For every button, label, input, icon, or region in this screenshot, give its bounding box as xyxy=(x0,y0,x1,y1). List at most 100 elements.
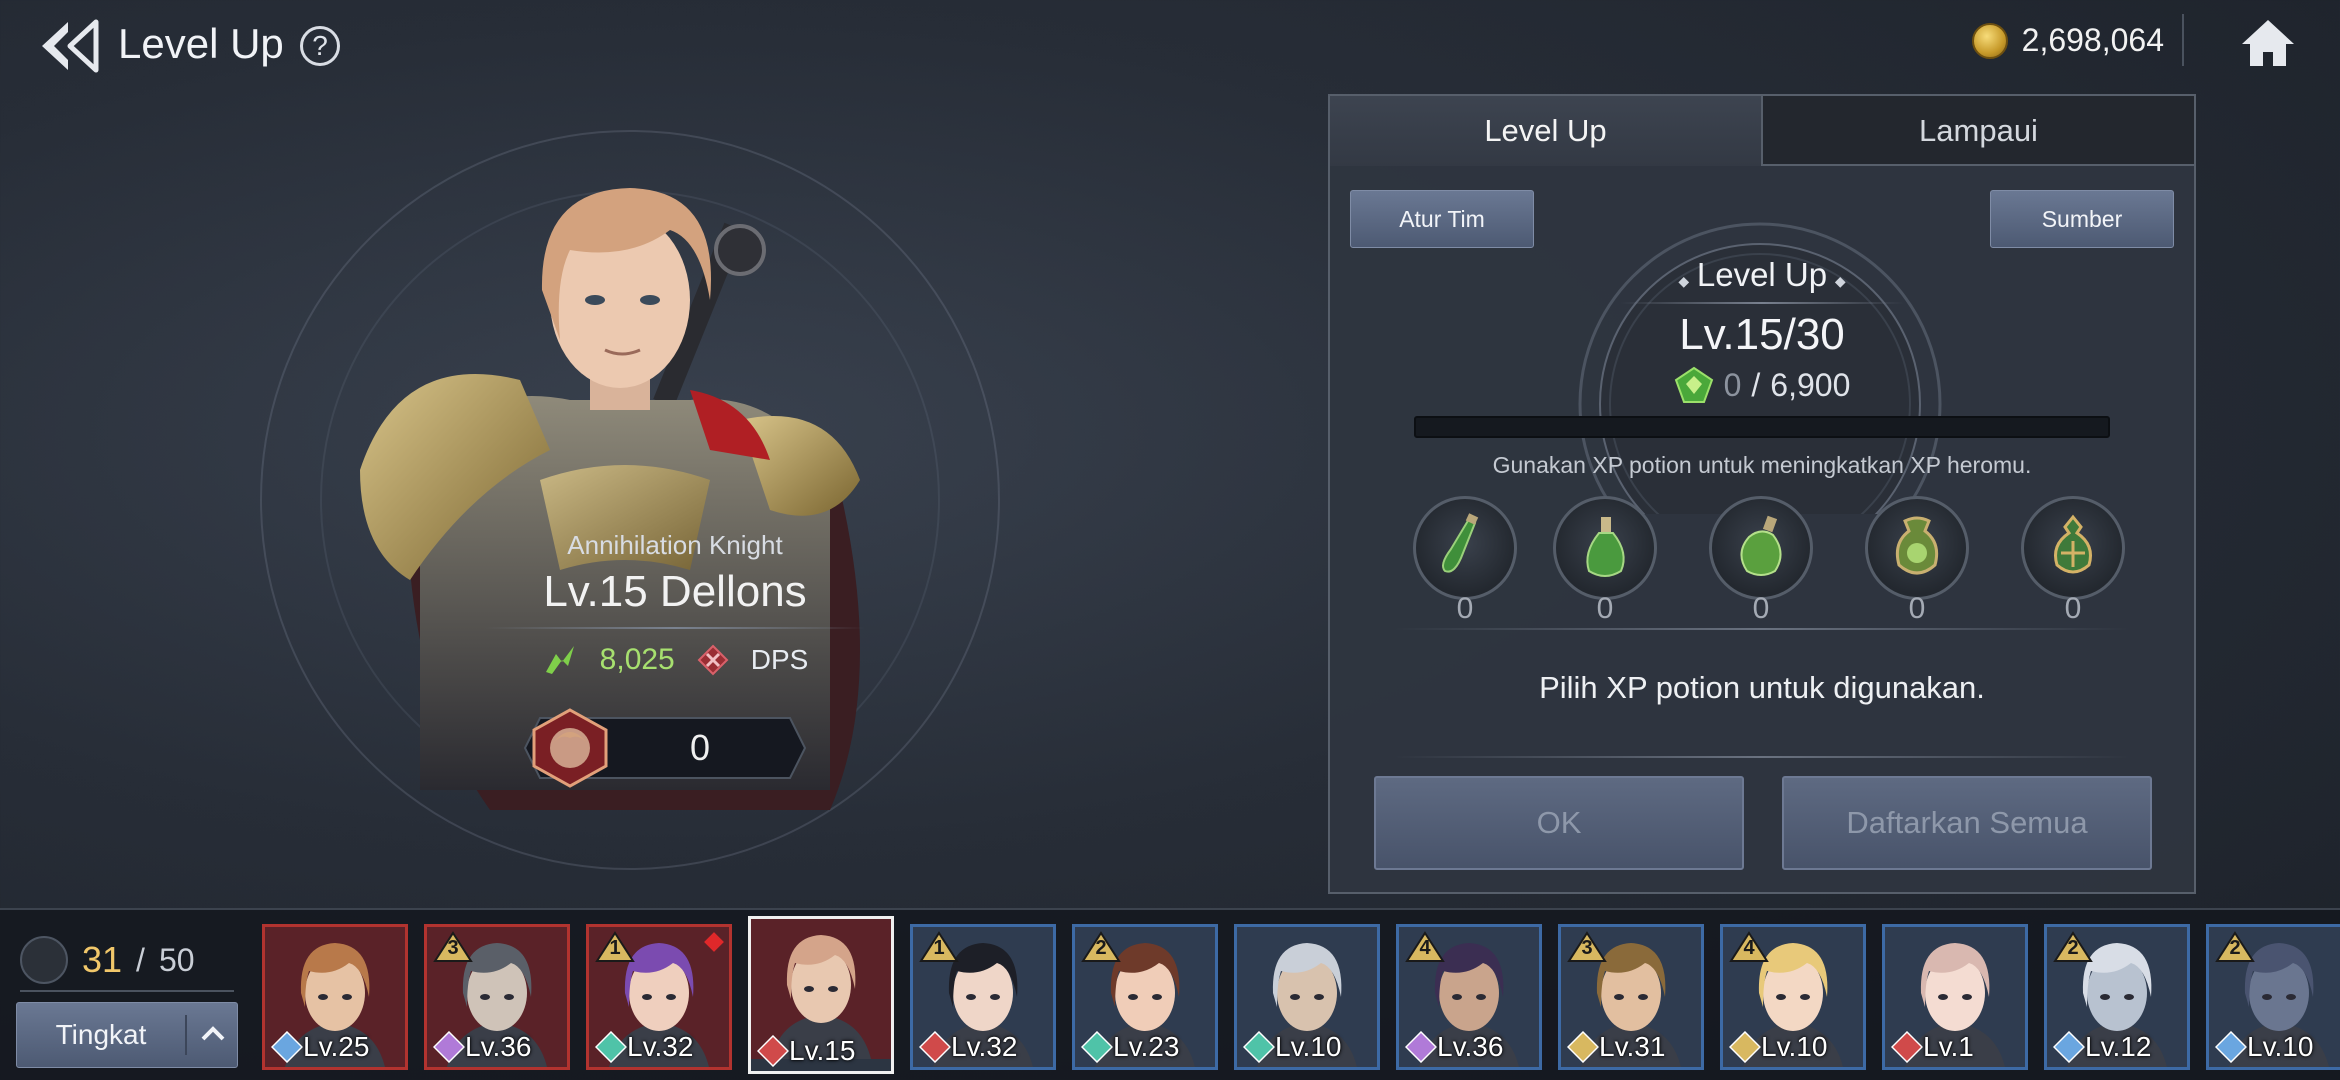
hero-card[interactable]: 4 Lv.10 xyxy=(1720,924,1866,1070)
hero-card-level: Lv.36 xyxy=(1437,1031,1504,1062)
tier-badge: 2 xyxy=(1081,931,1121,965)
support-class-icon xyxy=(1243,1031,1275,1063)
potion-small[interactable]: 0 xyxy=(1410,496,1520,626)
tier-number: 1 xyxy=(609,937,621,959)
tier-badge: 1 xyxy=(919,931,959,965)
small-xp-potion-icon xyxy=(1442,513,1479,573)
hero-card-level: Lv.15 xyxy=(789,1035,856,1066)
hero-name: Dellons xyxy=(659,567,807,616)
potion-count: 0 xyxy=(1752,592,1770,625)
mage-class-icon xyxy=(1405,1031,1437,1063)
back-button[interactable] xyxy=(34,16,104,76)
tier-number: 3 xyxy=(1581,937,1593,959)
potion-medium[interactable]: 0 xyxy=(1550,496,1660,626)
tier-badge: 3 xyxy=(1567,931,1607,965)
hero-stats: 8,025 DPS xyxy=(470,643,880,677)
potion-slot xyxy=(1413,496,1517,600)
register-all-button[interactable]: Daftarkan Semua xyxy=(1782,776,2152,870)
potion-supreme[interactable]: 0 xyxy=(2018,496,2128,626)
chevron-up-icon[interactable] xyxy=(197,1017,229,1051)
potion-list: 0 0 0 0 0 xyxy=(1410,496,2130,626)
dps-class-icon xyxy=(1891,1031,1923,1063)
hero-card[interactable]: Lv.1 xyxy=(1882,924,2028,1070)
tier-badge: 3 xyxy=(433,931,473,965)
potion-large[interactable]: 0 xyxy=(1706,496,1816,626)
tier-badge: 1 xyxy=(595,931,635,965)
tank-class-icon xyxy=(2215,1031,2247,1063)
potion-count: 0 xyxy=(1456,592,1474,625)
hero-card-level: Lv.10 xyxy=(1761,1031,1828,1062)
hero-card[interactable]: 2 Lv.10 xyxy=(2206,924,2340,1070)
xp-current: 0 xyxy=(1723,366,1742,403)
hero-card[interactable]: 2 Lv.12 xyxy=(2044,924,2190,1070)
double-chevron-left-icon xyxy=(42,19,99,73)
tier-number: 2 xyxy=(2229,937,2241,959)
hero-card-level: Lv.36 xyxy=(465,1031,532,1062)
sort-label: Tingkat xyxy=(55,1019,147,1050)
potion-count: 0 xyxy=(2064,592,2082,625)
hero-card-level: Lv.31 xyxy=(1599,1031,1666,1062)
page-title: Level Up xyxy=(118,20,284,67)
tier-number: 4 xyxy=(1419,937,1431,959)
limit-break-indicator[interactable]: 0 xyxy=(520,708,810,788)
button-divider xyxy=(1394,756,2130,758)
helmet-icon xyxy=(20,936,68,984)
hero-roster-bar: 31 / 50 Tingkat Lv.25 3 Lv.36 1 Lv.32 Lv.15 1 L… xyxy=(0,908,2340,1080)
xp-readout: 0 / 6,900 xyxy=(1330,366,2194,404)
hero-card[interactable]: 1 Lv.32 xyxy=(910,924,1056,1070)
level-label-underline xyxy=(1620,302,1904,304)
hero-card[interactable]: 1 Lv.32 xyxy=(586,924,732,1070)
hero-card[interactable]: 4 Lv.36 xyxy=(1396,924,1542,1070)
hero-card[interactable]: 3 Lv.36 xyxy=(424,924,570,1070)
potion-hint: Gunakan XP potion untuk meningkatkan XP … xyxy=(1492,452,2032,478)
tank-class-icon xyxy=(2053,1031,2085,1063)
hero-card-level: Lv.32 xyxy=(627,1031,694,1062)
hero-class: Annihilation Knight xyxy=(567,530,783,560)
set-team-button[interactable]: Atur Tim xyxy=(1350,190,1534,248)
limit-break-count: 0 xyxy=(690,727,710,768)
support-class-icon xyxy=(595,1031,627,1063)
slot-underline xyxy=(20,990,234,992)
hero-card-level: Lv.23 xyxy=(1113,1031,1180,1062)
tab-level-up[interactable]: Level Up xyxy=(1330,96,1761,166)
hero-showcase: Annihilation Knight Lv.15 Dellons 8,025 … xyxy=(230,110,1050,870)
level-label-dot-right: ◆ xyxy=(1827,273,1846,289)
hero-card-level: Lv.12 xyxy=(2085,1031,2152,1062)
potion-count: 0 xyxy=(1596,592,1614,625)
hero-card[interactable]: Lv.10 xyxy=(1234,924,1380,1070)
tank-class-icon xyxy=(271,1031,303,1063)
hero-card-level: Lv.1 xyxy=(1923,1031,1974,1062)
hero-card-level: Lv.10 xyxy=(1275,1031,1342,1062)
ranger-class-icon xyxy=(1567,1031,1599,1063)
hero-card-level: Lv.25 xyxy=(303,1031,370,1062)
help-icon[interactable]: ? xyxy=(300,26,340,66)
hero-card[interactable]: 2 Lv.23 xyxy=(1072,924,1218,1070)
dps-class-icon xyxy=(919,1031,951,1063)
source-button[interactable]: Sumber xyxy=(1990,190,2174,248)
potion-huge[interactable]: 0 xyxy=(1862,496,1972,626)
hero-card[interactable]: 3 Lv.31 xyxy=(1558,924,1704,1070)
hero-card[interactable]: Lv.25 xyxy=(262,924,408,1070)
hero-name-divider xyxy=(485,627,865,629)
tab-lampaui[interactable]: Lampaui xyxy=(1761,96,2194,166)
top-bar: Level Up ? 2,698,064 xyxy=(0,0,2340,90)
ok-button[interactable]: OK xyxy=(1374,776,1744,870)
hero-card[interactable]: Lv.15 xyxy=(748,916,894,1074)
potion-divider xyxy=(1394,628,2130,630)
tier-number: 2 xyxy=(2067,937,2079,959)
level-up-panel: Level Up Lampaui Atur Tim Sumber ◆ Level… xyxy=(1328,94,2196,894)
sort-button[interactable]: Tingkat xyxy=(16,1002,238,1068)
tier-number: 2 xyxy=(1095,937,1107,959)
tier-badge: 2 xyxy=(2053,931,2093,965)
home-button[interactable] xyxy=(2238,16,2298,70)
huge-xp-potion-icon xyxy=(1895,516,1939,575)
sort-separator xyxy=(185,1015,187,1055)
potion-count: 0 xyxy=(1908,592,1926,625)
ranger-class-icon xyxy=(1729,1031,1761,1063)
dps-role-icon xyxy=(697,644,729,676)
header-divider xyxy=(2182,14,2184,66)
gold-amount: 2,698,064 xyxy=(2021,22,2164,58)
gold-currency: 2,698,064 xyxy=(1971,22,2164,59)
mage-class-icon xyxy=(433,1031,465,1063)
xp-progress-bar xyxy=(1414,416,2110,438)
